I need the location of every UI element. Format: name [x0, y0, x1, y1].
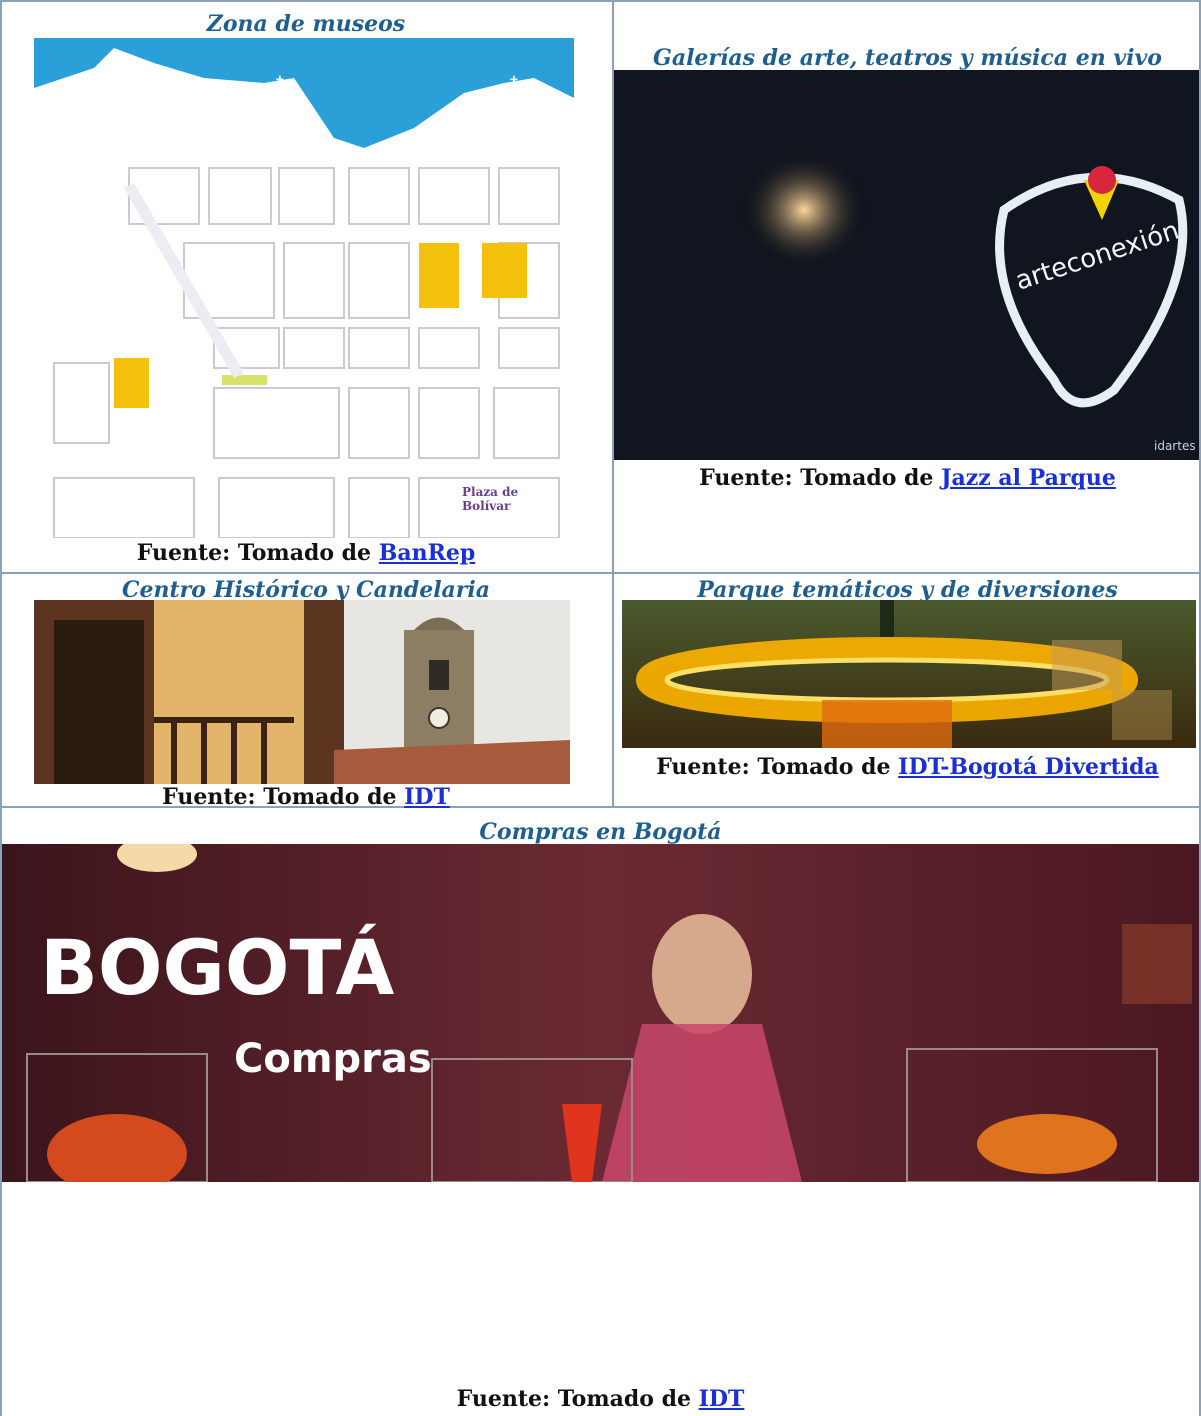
mountain-sky — [34, 38, 574, 148]
cell-compras: Compras en Bogotá BOGOTÁ Compras Fuente:… — [0, 808, 1201, 1416]
map-block — [348, 242, 410, 319]
biblioteca-block — [419, 243, 459, 308]
caption-museos: Zona de museos — [206, 11, 406, 37]
caption-parques: Parque temáticos y de diversiones — [697, 577, 1118, 603]
source-link-idt-compras[interactable]: IDT — [699, 1386, 745, 1412]
compras-photo: BOGOTÁ Compras — [2, 844, 1199, 1182]
wall-ornament — [1122, 924, 1192, 1004]
carousel-photo — [622, 600, 1196, 748]
source-prefix: Fuente: Tomado de — [136, 540, 379, 566]
carousel-base — [822, 700, 952, 748]
source-compras: Fuente: Tomado de IDT — [0, 1386, 1201, 1412]
map-block — [348, 167, 410, 225]
cell-galerias: Galerías de arte, teatros y música en vi… — [614, 0, 1201, 572]
map-block — [283, 242, 345, 319]
candelaria-photo — [34, 600, 570, 784]
cell-museos: Zona de museos ✝ ✝ Plaza de Bolívar Fuen… — [0, 0, 612, 572]
source-link-banrep[interactable]: BanRep — [379, 540, 476, 566]
source-link-idt-bogota[interactable]: IDT-Bogotá Divertida — [898, 754, 1159, 780]
plaza-bolivar-label: Plaza de — [462, 485, 519, 499]
clock-icon — [428, 707, 450, 729]
arteconexion-photo: arteconexión idartes — [614, 70, 1199, 460]
source-prefix: Fuente: Tomado de — [699, 465, 942, 491]
map-block — [278, 167, 335, 225]
bogota-logo: BOGOTÁ — [40, 923, 394, 1012]
photo-svg — [34, 600, 570, 784]
necklace — [977, 1114, 1117, 1174]
map-block — [418, 167, 490, 225]
map-block — [348, 477, 410, 538]
plaza-bolivar-label: Bolívar — [462, 499, 511, 513]
map-block — [418, 387, 480, 459]
museo-oro-block — [114, 358, 149, 408]
tower-dome — [414, 617, 464, 630]
map-block — [418, 327, 480, 369]
cell-centro: Centro Histórico y Candelaria Fuente: To… — [0, 574, 612, 810]
bell-window — [429, 660, 449, 690]
source-link-idt[interactable]: IDT — [404, 784, 450, 810]
carousel-pole — [880, 600, 894, 640]
photo-svg: BOGOTÁ Compras — [2, 844, 1199, 1182]
museums-map: ✝ ✝ Plaza de Bolívar — [34, 38, 574, 538]
caption-galerias: Galerías de arte, teatros y música en vi… — [653, 45, 1162, 71]
source-link-jazz[interactable]: Jazz al Parque — [941, 465, 1116, 491]
source-galerias: Fuente: Tomado de Jazz al Parque — [614, 465, 1201, 491]
cross-icon: ✝ — [274, 74, 286, 90]
museos-block — [482, 243, 527, 298]
map-block — [53, 477, 195, 538]
map-block — [208, 167, 272, 225]
cross-icon: ✝ — [508, 74, 520, 90]
map-block — [348, 327, 410, 369]
source-prefix: Fuente: Tomado de — [162, 784, 405, 810]
map-block — [498, 327, 560, 369]
compras-subtitle: Compras — [234, 1036, 432, 1082]
woman-face — [652, 914, 752, 1034]
photo-svg — [622, 600, 1196, 748]
photo-svg: arteconexión idartes — [614, 70, 1199, 460]
brand-text: idartes — [1154, 439, 1196, 453]
map-block — [493, 387, 560, 459]
attractions-table: Zona de museos ✝ ✝ Plaza de Bolívar Fuen… — [0, 0, 1201, 1416]
map-block — [348, 387, 410, 459]
map-svg: ✝ ✝ Plaza de Bolívar — [34, 38, 574, 538]
source-museos: Fuente: Tomado de BanRep — [0, 540, 612, 566]
source-parques: Fuente: Tomado de IDT-Bogotá Divertida — [614, 754, 1201, 780]
calle-marker — [222, 375, 267, 385]
caption-compras: Compras en Bogotá — [479, 819, 722, 845]
overlay-square — [1052, 640, 1122, 690]
map-block — [53, 362, 110, 444]
source-prefix: Fuente: Tomado de — [456, 1386, 699, 1412]
caption-centro: Centro Histórico y Candelaria — [121, 577, 491, 603]
map-block — [498, 167, 560, 225]
roof-tiles — [334, 740, 570, 784]
overlay-square — [1112, 690, 1172, 740]
source-prefix: Fuente: Tomado de — [656, 754, 899, 780]
lamp-glow — [739, 150, 869, 270]
map-block — [213, 387, 340, 459]
pin-dot — [1088, 166, 1116, 194]
map-block — [218, 477, 335, 538]
window-shadow — [54, 620, 144, 784]
source-centro: Fuente: Tomado de IDT — [0, 784, 612, 810]
cell-parques: Parque temáticos y de diversiones Fuente… — [614, 574, 1201, 806]
map-block — [283, 327, 345, 369]
